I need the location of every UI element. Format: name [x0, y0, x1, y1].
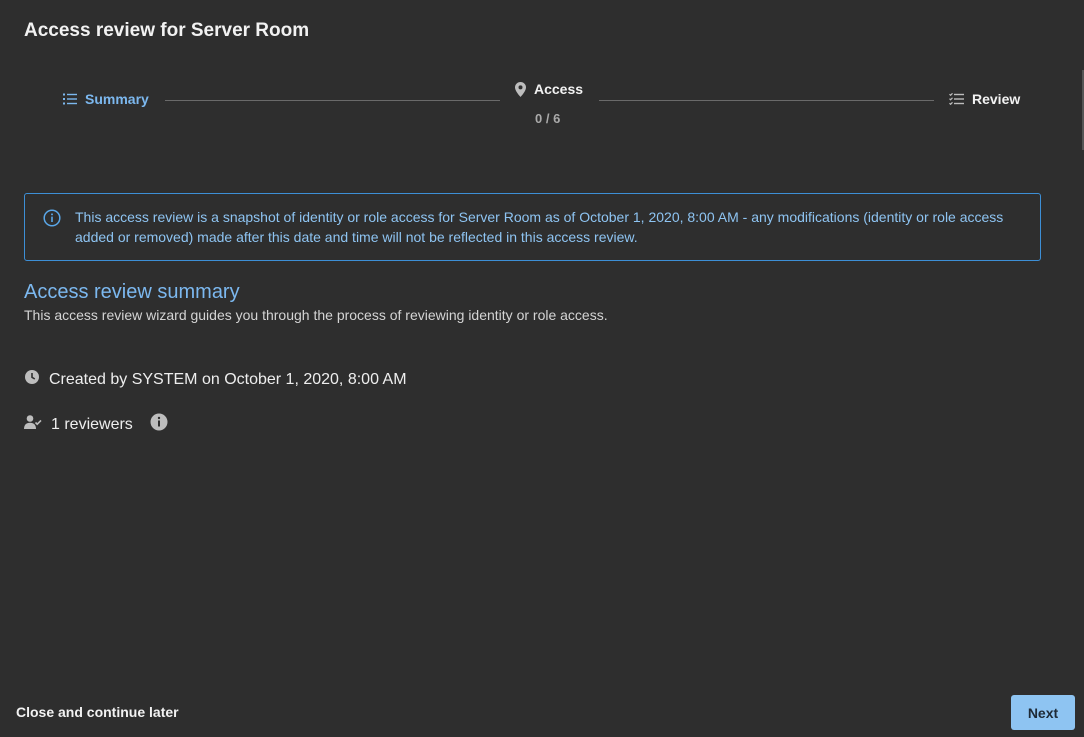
step-review[interactable]: Review [949, 91, 1020, 107]
step-access-label: Access [534, 81, 584, 97]
wizard-stepper: Summary Access 0 / 6 Review [0, 78, 1084, 138]
clock-icon [24, 369, 40, 390]
info-icon [43, 209, 61, 232]
reviewers-text: 1 reviewers [51, 415, 133, 433]
checklist-icon [949, 93, 964, 105]
access-review-dialog: Access review for Server Room Summary Ac… [0, 0, 1084, 737]
info-circle-icon[interactable] [150, 413, 168, 436]
step-access[interactable]: Access [515, 81, 583, 97]
step-review-label: Review [972, 91, 1021, 107]
info-banner-text: This access review is a snapshot of iden… [75, 209, 1004, 245]
created-text: Created by SYSTEM on October 1, 2020, 8:… [49, 370, 407, 388]
created-info: Created by SYSTEM on October 1, 2020, 8:… [24, 369, 407, 390]
dialog-title: Access review for Server Room [24, 20, 310, 41]
step-connector [599, 100, 934, 101]
next-button[interactable]: Next [1011, 695, 1075, 730]
close-continue-later-button[interactable]: Close and continue later [16, 704, 179, 720]
step-summary[interactable]: Summary [63, 91, 149, 107]
info-banner: This access review is a snapshot of iden… [24, 193, 1041, 261]
reviewers-info: 1 reviewers [24, 413, 168, 436]
summary-title: Access review summary [24, 281, 240, 303]
summary-subtitle: This access review wizard guides you thr… [24, 307, 608, 323]
step-connector [165, 100, 500, 101]
user-check-icon [24, 414, 42, 435]
step-access-count: 0 / 6 [535, 111, 561, 126]
location-pin-icon [515, 81, 526, 97]
list-icon [63, 93, 77, 105]
step-summary-label: Summary [85, 91, 149, 107]
